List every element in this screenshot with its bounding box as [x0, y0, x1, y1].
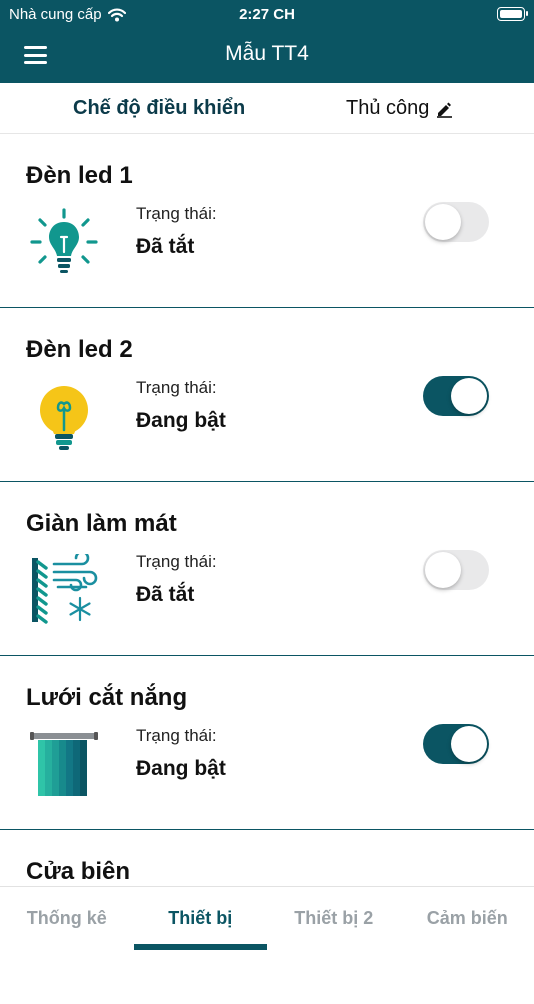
status-value: Đã tắt: [136, 235, 194, 259]
device-toggle-switch[interactable]: [423, 202, 489, 242]
status-label: Trạng thái:: [136, 552, 217, 572]
status-time: 2:27 CH: [0, 6, 534, 23]
status-label: Trạng thái:: [136, 726, 217, 746]
device-toggle-switch[interactable]: [423, 550, 489, 590]
device-card-shade-net: Lưới cắt nắng Trạng thái: Đang bật: [0, 656, 534, 830]
device-name: Lưới cắt nắng: [26, 684, 187, 712]
edit-pencil-icon: [435, 100, 453, 118]
toggle-knob: [425, 552, 461, 588]
device-card-led-2: Đèn led 2 Trạng thái: Đang bật: [0, 308, 534, 482]
page-title: Mẫu TT4: [0, 42, 534, 66]
control-mode-bar: Chế độ điều khiển Thủ công: [0, 83, 534, 134]
app-bar: Mẫu TT4: [0, 30, 534, 83]
tab-devices[interactable]: Thiết bị: [134, 887, 268, 951]
tab-sensors[interactable]: Cảm biến: [401, 887, 534, 951]
status-value: Đang bật: [136, 409, 226, 433]
status-value: Đã tắt: [136, 583, 194, 607]
active-tab-indicator: [134, 944, 267, 950]
status-value: Đang bật: [136, 757, 226, 781]
control-mode-selector[interactable]: Thủ công: [346, 97, 453, 120]
status-bar: Nhà cung cấp 2:27 CH: [0, 0, 534, 30]
device-name: Giàn làm mát: [26, 510, 177, 538]
toggle-knob: [451, 726, 487, 762]
tab-statistics[interactable]: Thống kê: [0, 887, 134, 951]
shade-net-icon: [28, 728, 100, 800]
control-mode-label: Chế độ điều khiển: [73, 97, 245, 120]
bottom-tab-bar: Thống kê Thiết bị Thiết bị 2 Cảm biến: [0, 886, 534, 951]
tab-devices-2[interactable]: Thiết bị 2: [267, 887, 401, 951]
device-name: Đèn led 1: [26, 162, 133, 190]
device-toggle-switch[interactable]: [423, 724, 489, 764]
device-name: Đèn led 2: [26, 336, 133, 364]
led-bulb-icon: [28, 206, 100, 278]
device-name: Cửa biên: [26, 858, 130, 886]
device-card-cooling: Giàn làm mát Trạng thái: Đã tắt: [0, 482, 534, 656]
control-mode-value: Thủ công: [346, 97, 429, 120]
cooling-fan-icon: [28, 554, 100, 626]
device-toggle-switch[interactable]: [423, 376, 489, 416]
device-card-led-1: Đèn led 1 Trạng thái: Đã tắt: [0, 134, 534, 308]
toggle-knob: [425, 204, 461, 240]
battery-icon: [497, 7, 525, 21]
toggle-knob: [451, 378, 487, 414]
status-label: Trạng thái:: [136, 378, 217, 398]
light-bulb-icon: [28, 380, 100, 452]
status-label: Trạng thái:: [136, 204, 217, 224]
